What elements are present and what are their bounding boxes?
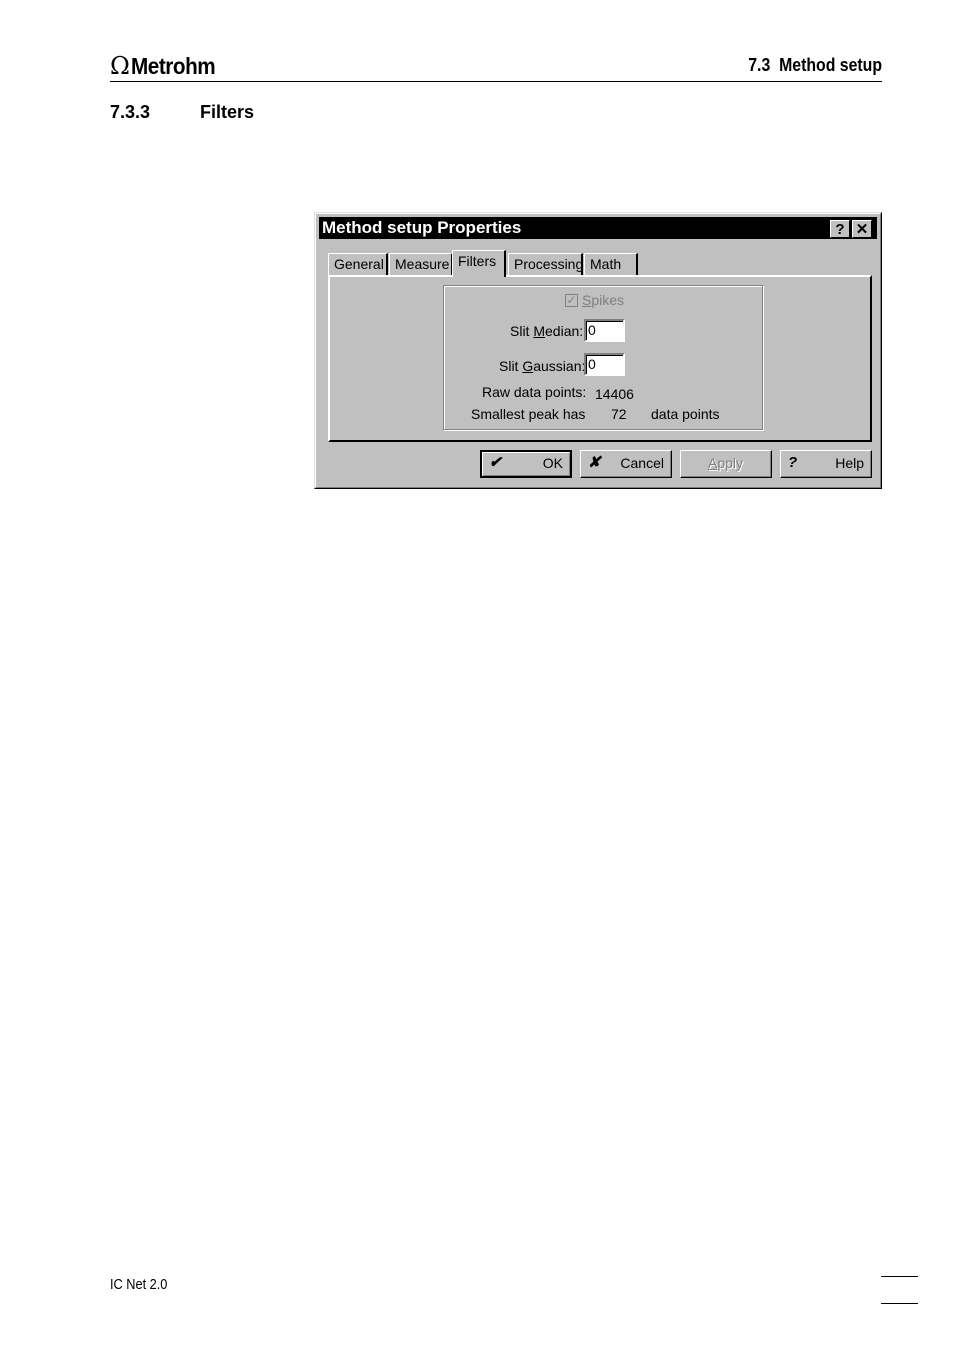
tab-math[interactable]: Math — [584, 253, 638, 275]
subsection-number: 7.3.3 — [110, 102, 151, 122]
raw-data-points-value: 14406 — [595, 386, 634, 402]
slit-gaussian-input[interactable]: 0 — [584, 353, 625, 376]
filter-settings-group: ✓ Spikes Slit Median: 0 Slit Gaussian: 0… — [443, 285, 763, 430]
subsection-title: Filters — [200, 102, 255, 122]
tab-measure[interactable]: Measure — [389, 253, 453, 275]
footer-rule-bottom — [881, 1303, 918, 1304]
raw-data-points-label: Raw data points: — [482, 384, 587, 400]
title-close-button[interactable]: ✕ — [852, 220, 872, 238]
section-reference: 7.3 Method setup — [748, 55, 882, 75]
checkmark-icon: ✓ — [565, 293, 578, 307]
smallest-peak-value: 72 — [611, 406, 627, 422]
footer-rule-top — [881, 1276, 918, 1277]
help-button[interactable]: ? Help — [780, 450, 872, 478]
logo-text: Metrohm — [130, 53, 216, 79]
metrohm-logo: Ω Metrohm — [110, 50, 225, 78]
header-divider — [110, 81, 882, 82]
tab-processing[interactable]: Processing — [508, 253, 583, 275]
spikes-label: Spikes — [582, 292, 625, 308]
dialog-titlebar: Method setup Properties ? ✕ — [319, 217, 877, 239]
cancel-label: Cancel — [620, 455, 664, 471]
subsection-heading: 7.3.3 Filters — [110, 101, 254, 123]
tab-filters[interactable]: Filters — [452, 250, 506, 277]
ok-label: OK — [542, 455, 563, 471]
ok-button[interactable]: ✔ OK — [480, 450, 572, 478]
question-icon: ? — [788, 454, 798, 471]
cross-icon: ✘ — [588, 454, 601, 471]
smallest-peak-unit: data points — [651, 406, 720, 422]
slit-gaussian-label: Slit Gaussian: — [499, 358, 586, 374]
slit-median-input[interactable]: 0 — [584, 319, 625, 342]
smallest-peak-label: Smallest peak has — [471, 406, 586, 422]
spikes-checkbox[interactable]: ✓ Spikes — [565, 292, 624, 308]
filters-panel: ✓ Spikes Slit Median: 0 Slit Gaussian: 0… — [328, 275, 872, 442]
title-help-button[interactable]: ? — [830, 220, 850, 238]
footer-product-name: IC Net 2.0 — [110, 1276, 168, 1293]
slit-median-label: Slit Median: — [510, 323, 584, 339]
cancel-button[interactable]: ✘ Cancel — [580, 450, 672, 478]
checkmark-icon: ✔ — [489, 454, 502, 471]
method-setup-dialog: Method setup Properties ? ✕ General Meas… — [314, 212, 882, 489]
tab-general[interactable]: General — [328, 253, 388, 275]
apply-button[interactable]: Apply — [680, 450, 772, 478]
dialog-title: Method setup Properties — [322, 218, 522, 237]
apply-label: Apply — [707, 455, 743, 471]
help-label: Help — [835, 455, 864, 471]
omega-icon: Ω — [110, 52, 130, 80]
